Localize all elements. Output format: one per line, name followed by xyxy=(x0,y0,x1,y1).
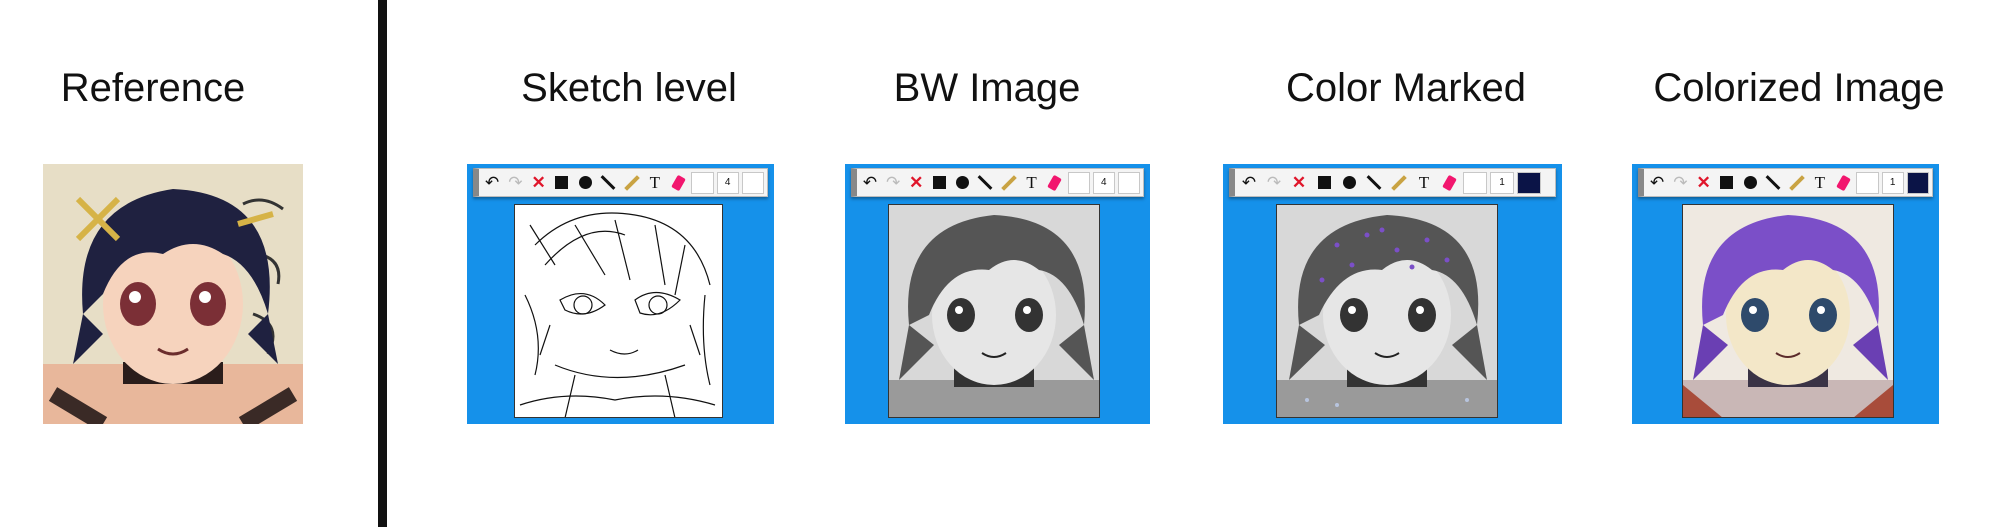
color-marked-canvas[interactable] xyxy=(1276,204,1498,418)
sketch-panel: ↶ ↷ ✕ T 4 xyxy=(467,164,774,424)
circle-brush-button[interactable] xyxy=(1740,172,1760,194)
pencil-tool-button[interactable] xyxy=(622,172,642,194)
clear-button[interactable]: ✕ xyxy=(1288,172,1310,194)
line-icon xyxy=(977,175,993,190)
eraser-icon xyxy=(1835,174,1851,191)
color-marked-title: Color Marked xyxy=(1285,66,1527,110)
text-tool-button[interactable]: T xyxy=(1810,172,1830,194)
drawing-toolbar: ↶ ↷ ✕ T 1 xyxy=(1638,168,1933,197)
circle-icon xyxy=(955,176,969,189)
brush-size-field[interactable]: 1 xyxy=(1490,171,1514,194)
square-brush-button[interactable] xyxy=(1717,172,1737,194)
square-icon xyxy=(1317,176,1331,189)
colorized-image-title: Colorized Image xyxy=(1653,66,1945,110)
circle-brush-button[interactable] xyxy=(952,172,972,194)
pencil-icon xyxy=(1391,174,1407,191)
line-icon xyxy=(1765,175,1781,190)
text-tool-button[interactable]: T xyxy=(1022,172,1042,194)
circle-brush-button[interactable] xyxy=(1338,172,1360,194)
brush-size-field[interactable]: 4 xyxy=(1092,171,1115,194)
drawing-toolbar: ↶ ↷ ✕ T 4 xyxy=(851,168,1144,197)
vertical-divider xyxy=(378,0,387,527)
sketch-canvas[interactable] xyxy=(514,204,723,418)
color-marked-panel: ↶ ↷ ✕ T 1 xyxy=(1223,164,1562,424)
brush-size-field[interactable]: 4 xyxy=(716,171,739,194)
eraser-tool-button[interactable] xyxy=(1833,172,1853,194)
undo-button[interactable]: ↶ xyxy=(860,172,880,194)
eraser-icon xyxy=(1047,174,1063,191)
line-tool-button[interactable] xyxy=(975,172,995,194)
stroke-color-swatch[interactable] xyxy=(1517,171,1541,194)
stroke-color-swatch[interactable] xyxy=(1906,171,1929,194)
circle-brush-button[interactable] xyxy=(575,172,595,194)
square-brush-button[interactable] xyxy=(929,172,949,194)
undo-button[interactable]: ↶ xyxy=(1647,172,1667,194)
pencil-icon xyxy=(1788,174,1805,191)
square-brush-button[interactable] xyxy=(552,172,572,194)
drawing-toolbar: ↶ ↷ ✕ T 4 xyxy=(473,168,768,197)
redo-button[interactable]: ↷ xyxy=(1263,172,1285,194)
circle-icon xyxy=(1743,176,1757,189)
eraser-icon xyxy=(1441,174,1457,191)
line-tool-button[interactable] xyxy=(598,172,618,194)
bw-image-title: BW Image xyxy=(893,66,1081,110)
pencil-tool-button[interactable] xyxy=(1388,172,1410,194)
square-icon xyxy=(555,176,569,189)
clear-button[interactable]: ✕ xyxy=(906,172,926,194)
stroke-color-swatch[interactable] xyxy=(741,171,764,194)
undo-button[interactable]: ↶ xyxy=(1238,172,1260,194)
eraser-tool-button[interactable] xyxy=(668,172,688,194)
colorized-canvas[interactable] xyxy=(1682,204,1894,418)
drawing-toolbar: ↶ ↷ ✕ T 1 xyxy=(1229,168,1556,197)
text-tool-button[interactable]: T xyxy=(1413,172,1435,194)
colorized-panel: ↶ ↷ ✕ T 1 xyxy=(1632,164,1939,424)
pencil-icon xyxy=(1000,174,1017,191)
clear-button[interactable]: ✕ xyxy=(1694,172,1714,194)
fill-color-swatch[interactable] xyxy=(691,171,714,194)
eraser-icon xyxy=(670,174,686,191)
line-tool-button[interactable] xyxy=(1363,172,1385,194)
eraser-tool-button[interactable] xyxy=(1045,172,1065,194)
reference-image xyxy=(43,164,303,424)
line-icon xyxy=(600,175,616,190)
bw-panel: ↶ ↷ ✕ T 4 xyxy=(845,164,1150,424)
circle-icon xyxy=(1342,176,1356,189)
redo-button[interactable]: ↷ xyxy=(1670,172,1690,194)
redo-button[interactable]: ↷ xyxy=(505,172,525,194)
undo-button[interactable]: ↶ xyxy=(482,172,502,194)
bw-canvas[interactable] xyxy=(888,204,1100,418)
line-icon xyxy=(1366,175,1382,190)
stroke-color-swatch[interactable] xyxy=(1117,171,1140,194)
pencil-tool-button[interactable] xyxy=(1787,172,1807,194)
square-icon xyxy=(1720,176,1734,189)
fill-color-swatch[interactable] xyxy=(1463,171,1487,194)
reference-title: Reference xyxy=(60,66,246,110)
line-tool-button[interactable] xyxy=(1763,172,1783,194)
pencil-tool-button[interactable] xyxy=(998,172,1018,194)
redo-button[interactable]: ↷ xyxy=(883,172,903,194)
sketch-level-title: Sketch level xyxy=(521,66,737,110)
fill-color-swatch[interactable] xyxy=(1856,171,1879,194)
text-tool-button[interactable]: T xyxy=(645,172,665,194)
brush-size-field[interactable]: 1 xyxy=(1881,171,1904,194)
eraser-tool-button[interactable] xyxy=(1438,172,1460,194)
square-brush-button[interactable] xyxy=(1313,172,1335,194)
circle-icon xyxy=(578,176,592,189)
clear-button[interactable]: ✕ xyxy=(529,172,549,194)
square-icon xyxy=(932,176,946,189)
pencil-icon xyxy=(623,174,640,191)
fill-color-swatch[interactable] xyxy=(1067,171,1090,194)
